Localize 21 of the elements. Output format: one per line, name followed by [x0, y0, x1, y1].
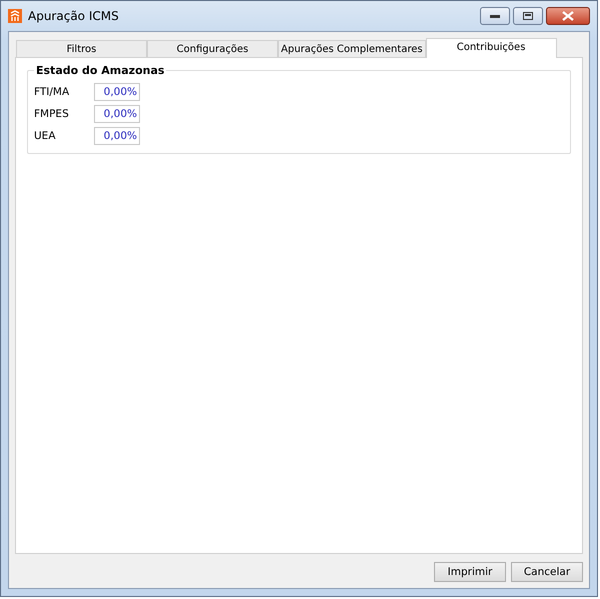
- input-field[interactable]: 0,00%: [94, 127, 140, 145]
- field-label: FMPES: [34, 108, 70, 120]
- field-label: UEA: [34, 130, 57, 142]
- app-icon: [8, 9, 22, 23]
- maximize-icon: [523, 12, 533, 20]
- field-label: FTI/MA: [34, 86, 70, 98]
- input-field[interactable]: 0,00%: [94, 105, 140, 123]
- tab[interactable]: Contribuições: [426, 38, 557, 58]
- input-field[interactable]: 0,00%: [94, 83, 140, 101]
- close-icon: [562, 11, 574, 21]
- tab[interactable]: Apurações Complementares: [278, 40, 426, 57]
- window-title: Apuração ICMS: [28, 9, 119, 23]
- minimize-button[interactable]: [480, 7, 510, 25]
- maximize-button[interactable]: [513, 7, 543, 25]
- group-title: Estado do Amazonas: [35, 64, 166, 77]
- close-button[interactable]: [546, 7, 590, 25]
- minimize-icon: [490, 14, 500, 18]
- print-button[interactable]: Imprimir: [434, 562, 506, 582]
- tab[interactable]: Filtros: [16, 40, 147, 57]
- tab[interactable]: Configurações: [147, 40, 278, 57]
- cancel-button[interactable]: Cancelar: [511, 562, 583, 582]
